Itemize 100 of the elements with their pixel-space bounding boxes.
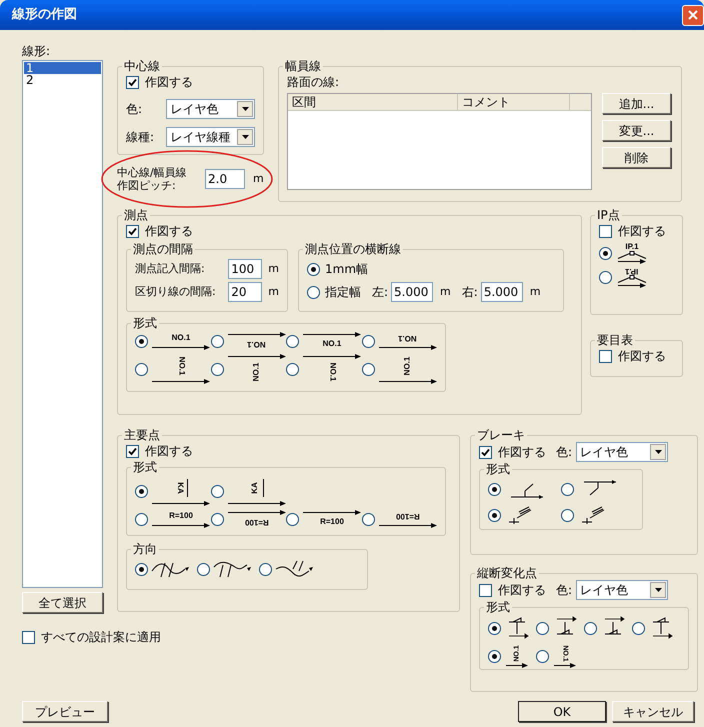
window-title: 線形の作図 [12,6,77,24]
dropdown[interactable]: レイヤ色 [576,442,668,462]
radio-button[interactable] [561,508,574,522]
radio-button[interactable] [362,512,374,526]
radio-button[interactable] [135,562,148,576]
dialog-button[interactable]: 追加... [602,93,671,114]
sample-label: NO.1 [322,340,342,348]
width-field[interactable]: 5.000 [480,282,523,302]
radio-button[interactable] [362,334,374,348]
radio-button[interactable] [599,271,612,284]
dropdown[interactable]: レイヤ色 [576,580,668,600]
radio-button[interactable] [135,334,148,348]
arrow-icon [228,332,286,337]
caret-icon [654,450,662,454]
dropdown[interactable]: レイヤ色 [166,99,255,119]
radio-button[interactable] [307,262,320,276]
close-button[interactable] [682,4,704,26]
checkbox[interactable] [599,224,612,238]
field-label: 区切り線の間隔: [135,284,217,300]
arrow-icon [303,510,361,515]
group-title: IP点 [596,208,621,222]
curve-direction-icon [275,559,313,579]
radio-button[interactable] [488,482,501,496]
checkbox[interactable] [126,224,139,238]
checkbox-label: 作図する [498,444,546,461]
radio-button[interactable] [561,482,574,496]
arrow-icon [378,345,436,350]
checkbox[interactable] [599,350,612,362]
list-item[interactable]: 2 [24,74,101,86]
unit-label: m [268,260,279,277]
radio-button[interactable] [135,362,148,376]
dialog-button[interactable]: 削除 [602,147,671,168]
group-title: ブレーキ [476,428,526,442]
sample-label: IP.1 [625,243,639,251]
checkbox[interactable] [126,76,139,88]
radio-button[interactable] [307,286,320,298]
radio-button[interactable] [286,362,299,376]
interval-field[interactable]: 20 [228,282,262,302]
group-title: 形式 [132,460,158,474]
radio-label: 指定幅 [325,284,361,301]
radio-button[interactable] [488,508,501,522]
arrow-icon [303,354,361,359]
radio-button[interactable] [210,484,224,498]
pitch-field[interactable]: 2.0 [205,169,245,189]
radio-button[interactable] [210,512,224,526]
field-label: 色: [556,444,572,461]
interval-field[interactable]: 100 [228,259,262,279]
dialog-button[interactable]: プレビュー [22,701,108,722]
group-title: 幅員線 [284,59,322,73]
checkbox[interactable] [22,630,35,644]
arrow-icon [152,345,210,350]
field-label: 測点記入間隔: [135,260,206,277]
checkbox[interactable] [479,584,492,596]
dialog-button[interactable]: 変更... [602,120,671,141]
field-label: 色: [556,582,572,599]
dialog-button[interactable]: OK [518,701,606,722]
sample-label: R=100 [169,512,193,520]
group-title: 方向 [132,542,158,556]
sample-label: R=100 [396,512,420,520]
width-field[interactable]: 5.000 [391,282,434,302]
list-item[interactable]: 1 [24,62,101,74]
dialog-button[interactable]: キャンセル [612,701,694,722]
radio-button[interactable] [488,650,501,662]
radio-button[interactable] [210,334,224,348]
radio-button[interactable] [536,622,549,634]
sample-label: NO.1 [177,356,185,376]
radio-button[interactable] [259,562,272,576]
arrow-icon [228,501,286,506]
list-label: 線形: [22,43,52,60]
radio-button[interactable] [286,334,299,348]
radio-button[interactable] [599,247,612,260]
pitch-label: 中心線/幅員線 [117,166,188,179]
unit-label: m [530,284,541,300]
radio-button[interactable] [584,622,597,634]
dialog-button[interactable]: 全て選択 [22,592,103,613]
arrow-icon [378,379,436,384]
radio-button[interactable] [488,622,501,634]
arrow-icon [378,523,436,528]
radio-button[interactable] [135,484,148,498]
radio-button[interactable] [632,622,645,634]
checkbox[interactable] [479,446,492,458]
checkbox-label: 作図する [145,443,193,460]
column-header[interactable]: コメント [458,94,570,111]
group-title: 形式 [132,316,158,330]
column-header[interactable]: 区間 [288,94,458,111]
radio-button[interactable] [210,362,224,376]
radio-button[interactable] [362,362,374,376]
group-title: 測点位置の横断線 [304,242,402,256]
radio-button[interactable] [197,562,210,576]
radio-button[interactable] [536,650,549,662]
field-label: 左: [372,284,388,301]
checkbox[interactable] [126,444,139,458]
sample-label: IP.1 [625,267,639,275]
sample-label: NO.1 [404,356,412,376]
dropdown[interactable]: レイヤ線種 [166,127,255,147]
caret-icon [242,107,248,111]
tick-line [187,479,188,497]
radio-button[interactable] [135,512,148,526]
radio-button[interactable] [286,512,299,526]
sample-label: R=100 [244,518,268,526]
